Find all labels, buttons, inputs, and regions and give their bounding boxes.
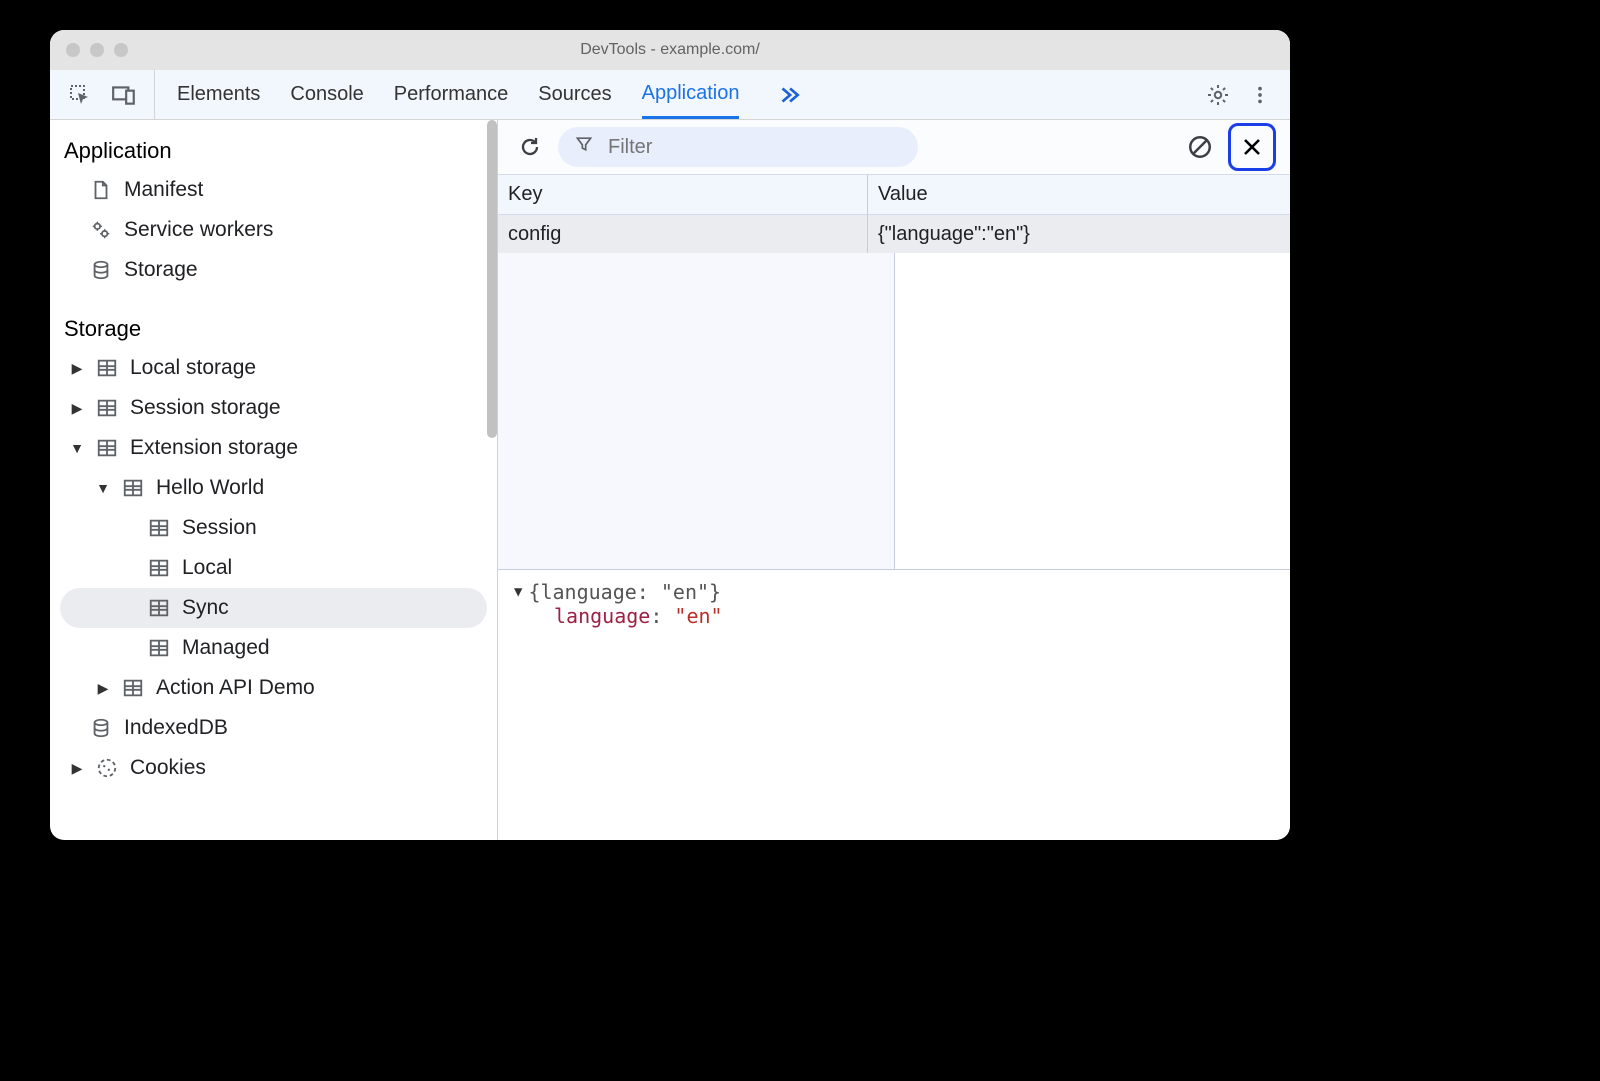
sidebar-group-storage: Storage (50, 308, 497, 348)
sidebar-item-label: Extension storage (130, 436, 298, 460)
inspect-element-icon[interactable] (60, 70, 100, 120)
sidebar-item-indexeddb[interactable]: IndexedDB (50, 708, 497, 748)
detail-summary: {language: "en"} (528, 580, 721, 604)
zoom-window-dot[interactable] (114, 43, 128, 57)
detail-property-value: "en" (674, 604, 722, 628)
database-icon (90, 259, 112, 281)
sidebar-item-local[interactable]: Local (50, 548, 497, 588)
more-tabs-icon[interactable] (769, 70, 809, 120)
detail-colon: : (650, 604, 674, 628)
column-header-value[interactable]: Value (868, 175, 1290, 214)
tab-sources[interactable]: Sources (538, 70, 611, 119)
window-title: DevTools - example.com/ (50, 41, 1290, 59)
filter-input-wrapper[interactable] (558, 127, 918, 167)
sidebar-item-manifest[interactable]: Manifest (50, 170, 497, 210)
devtools-window: DevTools - example.com/ Elements Console… (50, 30, 1290, 840)
refresh-icon[interactable] (512, 129, 548, 165)
titlebar: DevTools - example.com/ (50, 30, 1290, 70)
table-icon (148, 597, 170, 619)
tab-console[interactable]: Console (290, 70, 363, 119)
sidebar-item-label: Local storage (130, 356, 256, 380)
sidebar-item-label: Hello World (156, 476, 264, 500)
sidebar-item-action-api-demo[interactable]: ▶ Action API Demo (50, 668, 497, 708)
chevron-right-icon: ▶ (70, 760, 84, 777)
chevron-down-icon[interactable]: ▼ (514, 584, 522, 600)
table-row[interactable]: config {"language":"en"} (498, 215, 1290, 253)
sidebar-item-sync[interactable]: Sync (60, 588, 487, 628)
table-empty-right (895, 253, 1291, 569)
sidebar-item-label: IndexedDB (124, 716, 228, 740)
table-icon (96, 437, 118, 459)
device-toolbar-icon[interactable] (104, 70, 144, 120)
sidebar-item-label: Service workers (124, 218, 273, 242)
clear-all-icon[interactable] (1182, 129, 1218, 165)
main-panel: Key Value config {"language":"en"} ▼ {la… (498, 120, 1290, 840)
traffic-lights (66, 43, 128, 57)
sidebar-item-label: Sync (182, 596, 229, 620)
cookie-icon (96, 757, 118, 779)
sidebar-item-local-storage[interactable]: ▶ Local storage (50, 348, 497, 388)
tab-application[interactable]: Application (642, 70, 740, 119)
sidebar-scrollbar[interactable] (487, 120, 497, 438)
chevron-right-icon: ▶ (70, 360, 84, 377)
chevron-down-icon: ▼ (96, 480, 110, 496)
cell-key: config (498, 215, 868, 253)
sidebar-item-label: Storage (124, 258, 198, 282)
detail-property-key: language (554, 604, 650, 628)
gears-icon (90, 219, 112, 241)
database-icon (90, 717, 112, 739)
sidebar: Application Manifest Service workers (50, 120, 498, 840)
settings-gear-icon[interactable] (1198, 70, 1238, 120)
table-icon (122, 677, 144, 699)
table-icon (96, 397, 118, 419)
chevron-right-icon: ▶ (70, 400, 84, 417)
table-icon (122, 477, 144, 499)
delete-selected-icon[interactable] (1228, 123, 1276, 171)
sidebar-item-service-workers[interactable]: Service workers (50, 210, 497, 250)
table-icon (148, 637, 170, 659)
sidebar-item-label: Local (182, 556, 232, 580)
sidebar-item-session-storage[interactable]: ▶ Session storage (50, 388, 497, 428)
close-window-dot[interactable] (66, 43, 80, 57)
column-header-key[interactable]: Key (498, 175, 868, 214)
table-icon (148, 557, 170, 579)
sidebar-item-label: Manifest (124, 178, 203, 202)
table-empty-left (498, 253, 894, 569)
sidebar-item-storage[interactable]: Storage (50, 250, 497, 290)
tab-bar: Elements Console Performance Sources App… (50, 70, 1290, 120)
sidebar-item-label: Managed (182, 636, 270, 660)
chevron-down-icon: ▼ (70, 440, 84, 456)
sidebar-item-session[interactable]: Session (50, 508, 497, 548)
sidebar-item-label: Session storage (130, 396, 281, 420)
tab-elements[interactable]: Elements (177, 70, 260, 119)
table-icon (148, 517, 170, 539)
filter-input[interactable] (606, 135, 902, 160)
kebab-menu-icon[interactable] (1240, 70, 1280, 120)
detail-viewer: ▼ {language: "en"} language: "en" (498, 570, 1290, 840)
cell-value: {"language":"en"} (868, 215, 1290, 253)
file-icon (90, 179, 112, 201)
table-icon (96, 357, 118, 379)
sidebar-item-label: Action API Demo (156, 676, 315, 700)
sidebar-item-label: Session (182, 516, 257, 540)
tab-performance[interactable]: Performance (394, 70, 509, 119)
sidebar-group-application: Application (50, 130, 497, 170)
sidebar-item-managed[interactable]: Managed (50, 628, 497, 668)
storage-toolbar (498, 120, 1290, 175)
minimize-window-dot[interactable] (90, 43, 104, 57)
sidebar-item-cookies[interactable]: ▶ Cookies (50, 748, 497, 788)
sidebar-item-hello-world[interactable]: ▼ Hello World (50, 468, 497, 508)
sidebar-item-extension-storage[interactable]: ▼ Extension storage (50, 428, 497, 468)
storage-table: Key Value config {"language":"en"} (498, 175, 1290, 570)
sidebar-item-label: Cookies (130, 756, 206, 780)
chevron-right-icon: ▶ (96, 680, 110, 697)
filter-funnel-icon (574, 134, 594, 160)
